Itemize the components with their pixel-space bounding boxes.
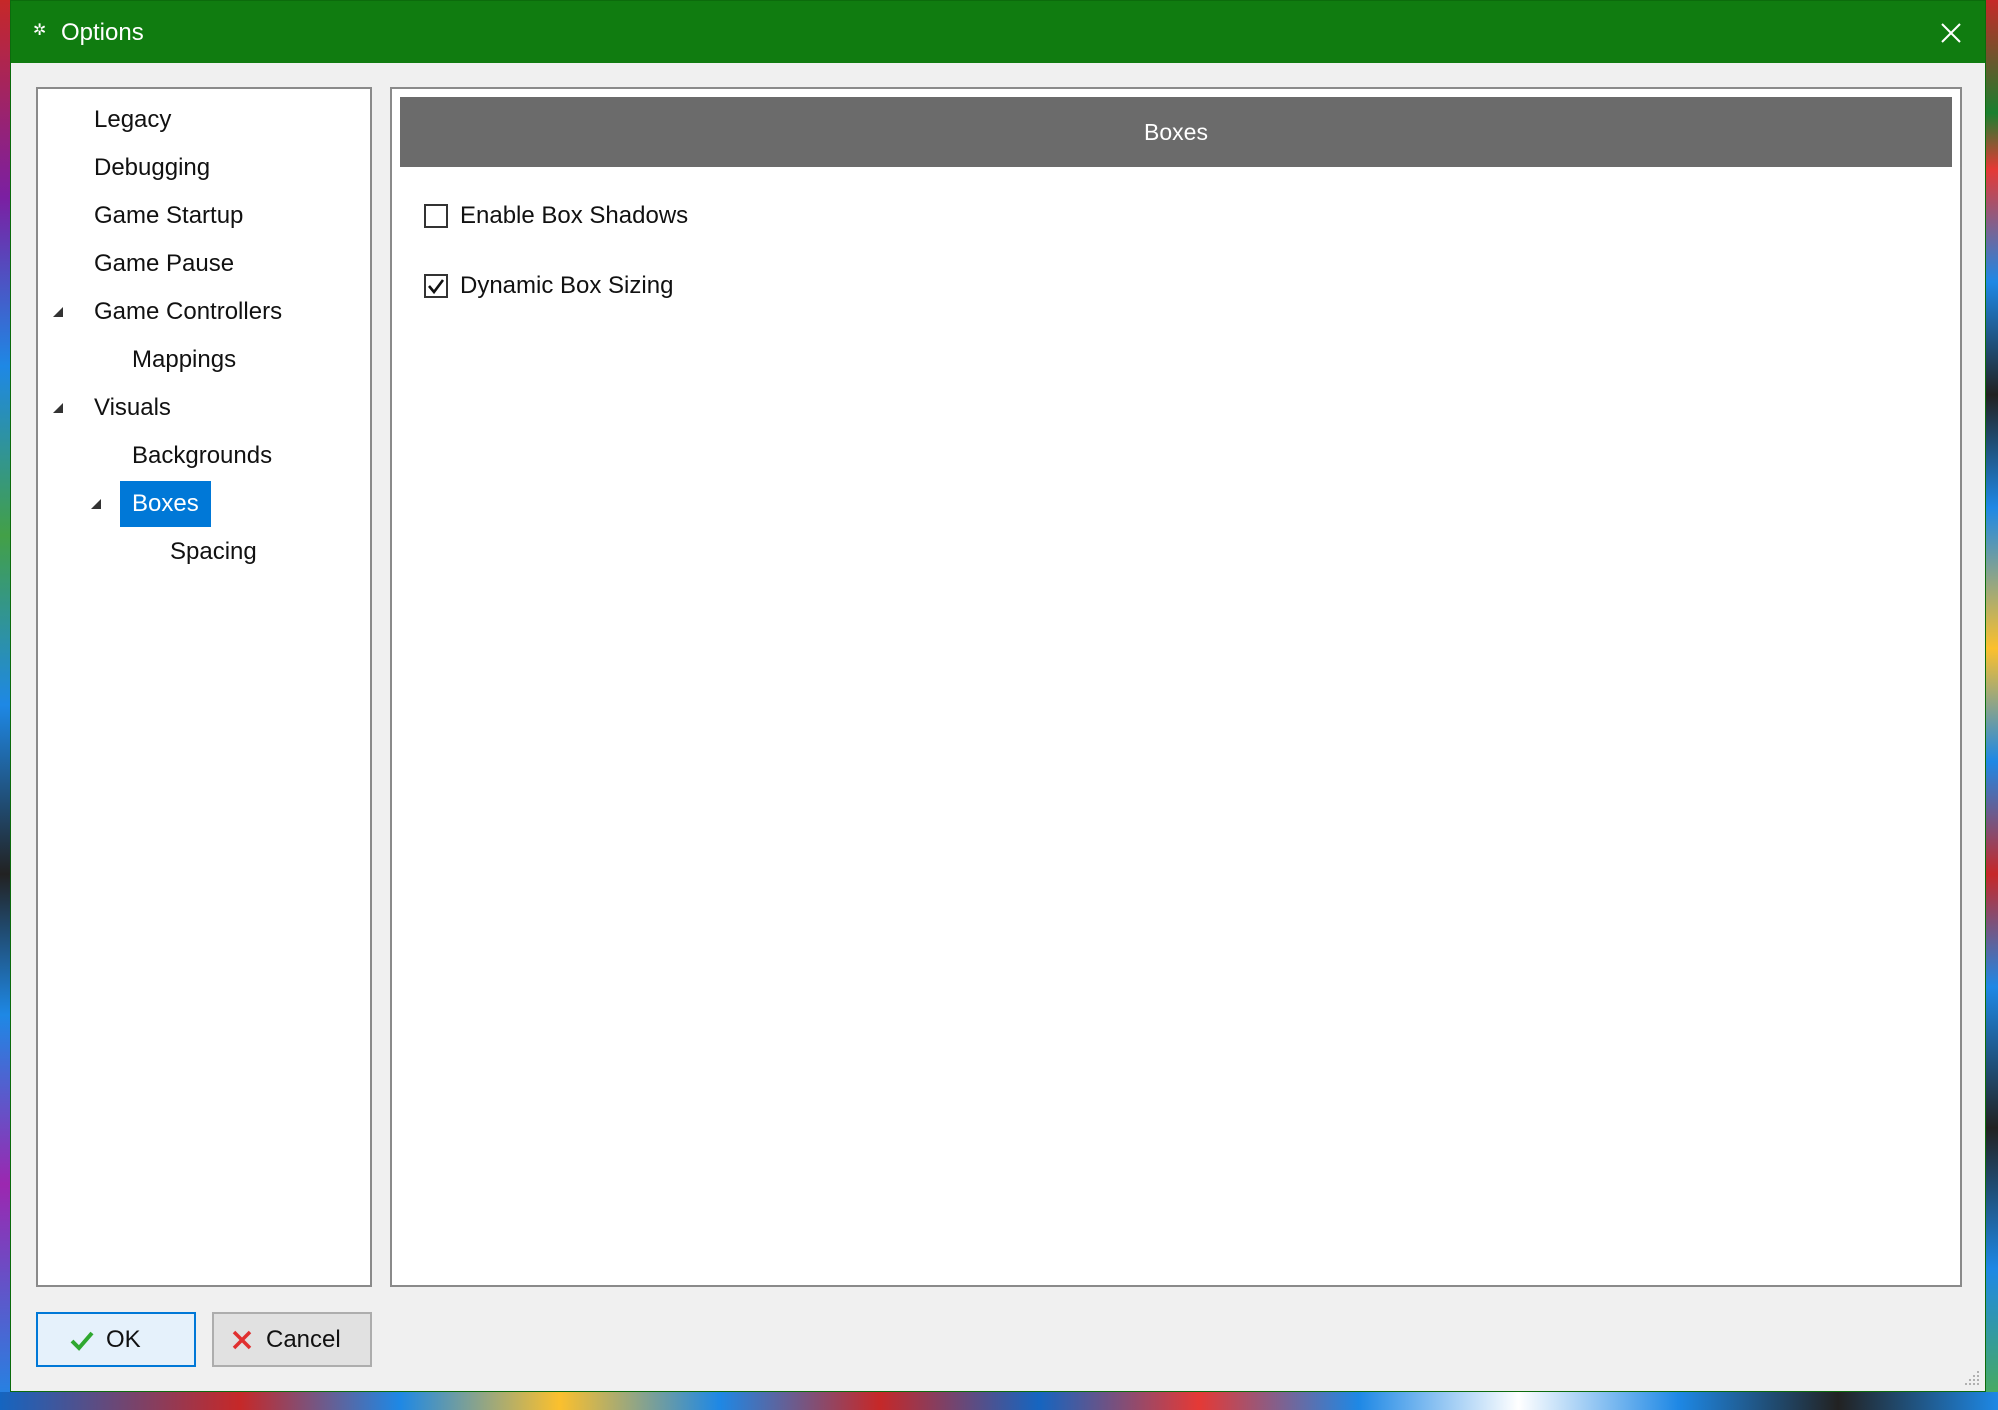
tree-item-label: Spacing xyxy=(170,538,257,565)
resize-grip-icon[interactable] xyxy=(1963,1369,1981,1387)
gear-icon: ✲ xyxy=(33,22,47,39)
ok-button[interactable]: OK xyxy=(36,1312,196,1367)
background-art-bottom xyxy=(0,1392,1998,1410)
background-art-right xyxy=(1986,0,1998,1410)
tree-item-legacy[interactable]: Legacy xyxy=(82,97,183,143)
tree-item-spacing[interactable]: Spacing xyxy=(158,529,269,575)
enable-box-shadows-option[interactable]: Enable Box Shadows xyxy=(424,199,688,233)
tree-item-label: Boxes xyxy=(120,481,211,527)
expanded-triangle-icon[interactable] xyxy=(52,402,64,414)
tree-item-label: Backgrounds xyxy=(132,442,273,469)
options-dialog: ✲ Options Legacy Debugging Game Startup … xyxy=(10,0,1986,1392)
cancel-button[interactable]: Cancel xyxy=(212,1312,372,1367)
section-header: Boxes xyxy=(400,97,1952,167)
window-title: Options xyxy=(61,19,144,46)
tree-item-label: Game Pause xyxy=(94,250,235,277)
tree-item-mappings[interactable]: Mappings xyxy=(120,337,248,383)
tree-item-label: Visuals xyxy=(94,394,171,421)
option-label: Dynamic Box Sizing xyxy=(460,272,674,299)
red-x-icon xyxy=(232,1330,252,1349)
tree-item-label: Mappings xyxy=(132,346,237,373)
dynamic-box-sizing-option[interactable]: Dynamic Box Sizing xyxy=(424,269,673,303)
option-label: Enable Box Shadows xyxy=(460,202,689,229)
expanded-triangle-icon[interactable] xyxy=(52,306,64,318)
tree-item-label: Game Startup xyxy=(94,202,244,229)
tree-item-label: Game Controllers xyxy=(94,298,283,325)
tree-item-visuals[interactable]: Visuals xyxy=(52,385,183,431)
checkmark-icon xyxy=(428,279,445,295)
options-tree: Legacy Debugging Game Startup Game Pause… xyxy=(36,87,372,1287)
green-check-icon xyxy=(70,1331,94,1351)
tree-item-game-pause[interactable]: Game Pause xyxy=(82,241,246,287)
tree-item-debugging[interactable]: Debugging xyxy=(82,145,222,191)
tree-item-label: Legacy xyxy=(94,106,172,133)
tree-item-game-startup[interactable]: Game Startup xyxy=(82,193,255,239)
close-button[interactable] xyxy=(1931,13,1971,53)
tree-item-boxes[interactable]: Boxes xyxy=(90,481,211,527)
tree-item-backgrounds[interactable]: Backgrounds xyxy=(120,433,284,479)
dynamic-box-sizing-checkbox[interactable] xyxy=(424,274,448,298)
close-icon xyxy=(1941,23,1961,43)
ok-label: OK xyxy=(106,1325,141,1353)
options-content-panel: Boxes Enable Box Shadows Dynamic Box Siz… xyxy=(390,87,1962,1287)
enable-box-shadows-checkbox[interactable] xyxy=(424,204,448,228)
expanded-triangle-icon[interactable] xyxy=(90,498,102,510)
tree-item-game-controllers[interactable]: Game Controllers xyxy=(52,289,294,335)
background-art-left xyxy=(0,0,10,1410)
cancel-label: Cancel xyxy=(266,1325,341,1353)
title-bar[interactable]: ✲ Options xyxy=(11,1,1985,63)
tree-item-label: Debugging xyxy=(94,154,211,181)
